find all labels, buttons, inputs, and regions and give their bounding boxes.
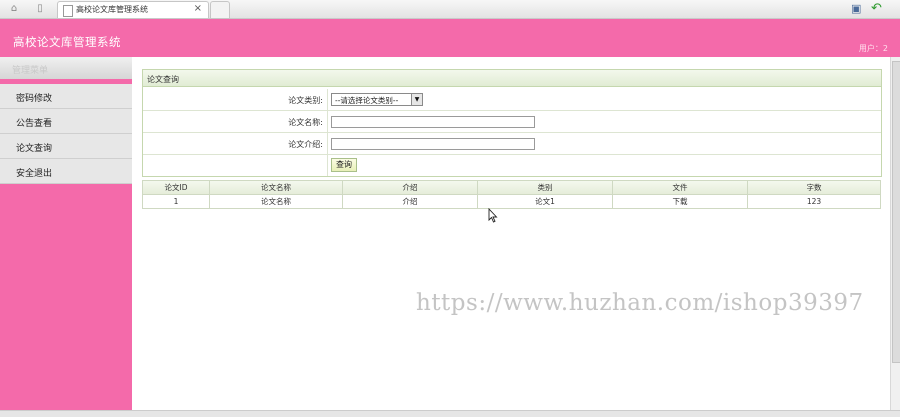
mouse-cursor-icon <box>488 208 498 223</box>
category-row: 论文类别: --请选择论文类别-- ▼ <box>143 89 881 111</box>
app-title: 高校论文库管理系统 <box>13 35 121 49</box>
name-label: 论文名称: <box>288 118 323 127</box>
name-row: 论文名称: <box>143 111 881 133</box>
cell-intro: 介绍 <box>342 194 478 209</box>
row-divider <box>327 111 328 132</box>
search-panel-title: 论文查询 <box>143 70 881 87</box>
cell-name: 论文名称 <box>209 194 343 209</box>
row-divider <box>327 155 328 176</box>
tab-title: 高校论文库管理系统 <box>76 5 148 14</box>
browser-tab[interactable]: 高校论文库管理系统 × <box>57 1 209 18</box>
page-icon[interactable]: ▯ <box>34 3 46 15</box>
cell-wordcount: 123 <box>747 194 881 209</box>
close-tab-icon[interactable]: × <box>194 3 202 14</box>
column-header-category: 类别 <box>477 180 613 195</box>
table-row: 1 论文名称 介绍 论文1 下载 123 <box>142 194 881 209</box>
sidebar-item-logout[interactable]: 安全退出 <box>0 159 132 184</box>
column-header-wordcount: 字数 <box>747 180 881 195</box>
sidebar-item-notices[interactable]: 公告查看 <box>0 109 132 134</box>
row-divider <box>327 133 328 154</box>
scrollbar-thumb[interactable] <box>892 61 900 363</box>
column-header-file: 文件 <box>612 180 748 195</box>
paper-intro-input[interactable] <box>331 138 535 150</box>
browser-toolbar: ⌂ ▯ 高校论文库管理系统 × ▣ ↶ <box>0 0 900 19</box>
sidebar-item-password[interactable]: 密码修改 <box>0 84 132 109</box>
sidebar-header: 管理菜单 <box>0 57 132 79</box>
search-panel: 论文查询 论文类别: --请选择论文类别-- ▼ 论文名称: 论文介绍: 查询 <box>142 69 882 177</box>
main-content: 论文查询 论文类别: --请选择论文类别-- ▼ 论文名称: 论文介绍: 查询 <box>132 57 890 412</box>
app-header: 高校论文库管理系统 用户：2 <box>0 19 900 57</box>
query-button[interactable]: 查询 <box>331 158 357 172</box>
sidebar: 管理菜单 密码修改 公告查看 论文查询 安全退出 <box>0 57 132 412</box>
column-header-id: 论文ID <box>142 180 210 195</box>
intro-label: 论文介绍: <box>288 140 323 149</box>
sidebar-header-label: 管理菜单 <box>12 66 49 76</box>
sidebar-item-label: 公告查看 <box>16 119 53 129</box>
category-label: 论文类别: <box>288 96 323 105</box>
intro-row: 论文介绍: <box>143 133 881 155</box>
button-row: 查询 <box>143 155 881 176</box>
paper-name-input[interactable] <box>331 116 535 128</box>
column-header-name: 论文名称 <box>209 180 343 195</box>
vertical-scrollbar[interactable] <box>890 57 900 412</box>
panel-title-label: 论文查询 <box>147 75 179 84</box>
cell-category: 论文1 <box>477 194 613 209</box>
bookmark-icon[interactable]: ▣ <box>851 2 861 15</box>
cell-id: 1 <box>142 194 210 209</box>
new-tab-button[interactable] <box>210 1 230 19</box>
row-divider <box>327 89 328 110</box>
download-link[interactable]: 下载 <box>612 194 748 209</box>
sidebar-item-label: 论文查询 <box>16 144 53 154</box>
home-icon[interactable]: ⌂ <box>8 3 20 15</box>
user-status: 用户：2 <box>858 44 888 53</box>
category-selected-value: --请选择论文类别-- <box>335 96 399 105</box>
column-header-intro: 介绍 <box>342 180 478 195</box>
sidebar-item-label: 安全退出 <box>16 169 53 179</box>
document-icon <box>63 5 73 17</box>
sidebar-item-label: 密码修改 <box>16 94 53 104</box>
chevron-down-icon[interactable]: ▼ <box>411 94 422 105</box>
back-arrow-icon[interactable]: ↶ <box>871 2 882 15</box>
category-select[interactable]: --请选择论文类别-- ▼ <box>331 93 423 106</box>
results-table: 论文ID 论文名称 介绍 类别 文件 字数 1 论文名称 介绍 论文1 下载 1… <box>142 180 881 209</box>
watermark: https://www.huzhan.com/ishop39397 <box>416 290 864 316</box>
table-header-row: 论文ID 论文名称 介绍 类别 文件 字数 <box>142 180 881 195</box>
sidebar-item-paper-search[interactable]: 论文查询 <box>0 134 132 159</box>
